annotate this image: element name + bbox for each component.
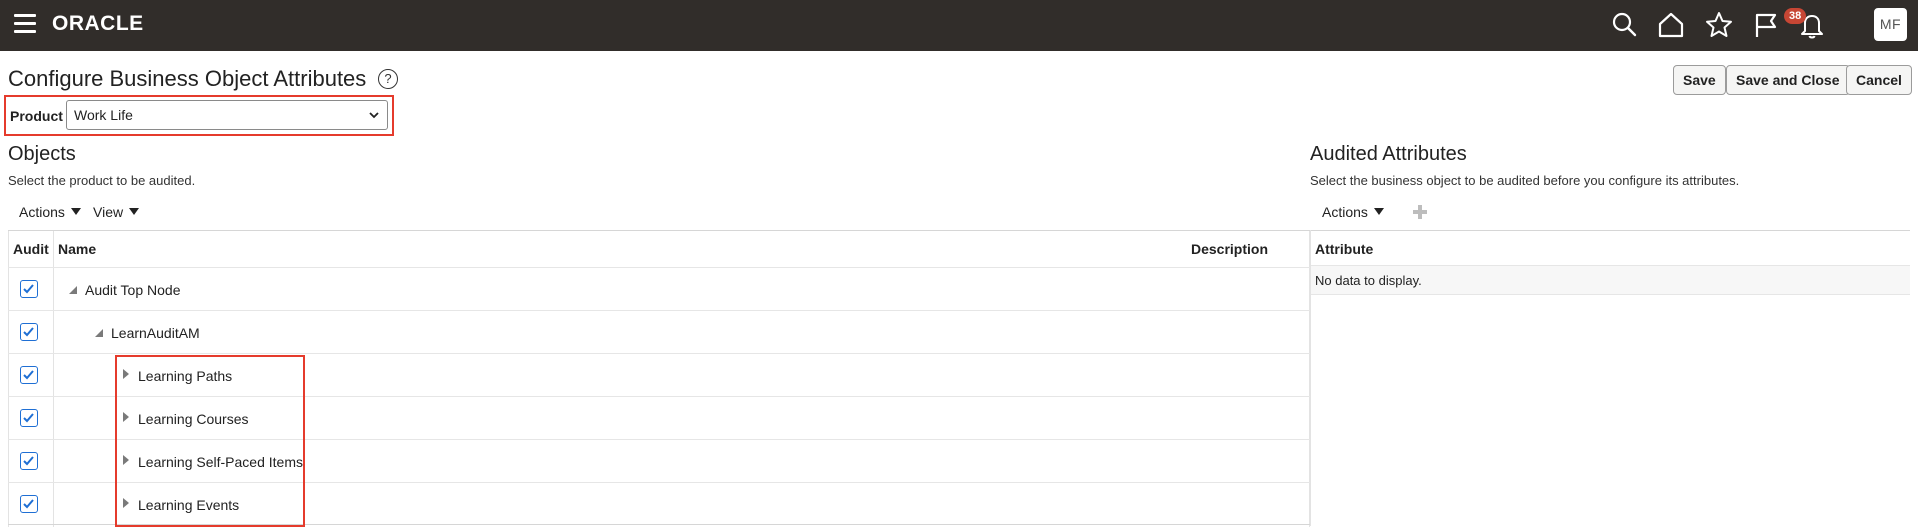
panel-divider [1310, 230, 1311, 526]
cancel-button[interactable]: Cancel [1846, 65, 1912, 95]
home-icon[interactable] [1656, 10, 1686, 40]
audit-checkbox[interactable] [20, 452, 38, 470]
actions-label: Actions [19, 204, 65, 220]
page-title: Configure Business Object Attributes [8, 66, 367, 91]
top-bar: ORACLE 38 MF [0, 0, 1918, 51]
caret-down-icon [129, 208, 140, 215]
product-label: Product [10, 108, 63, 124]
audit-checkbox[interactable] [20, 323, 38, 341]
audit-checkbox[interactable] [20, 495, 38, 513]
caret-down-icon [1373, 208, 1384, 215]
actions-label: Actions [1322, 204, 1368, 220]
view-label: View [93, 204, 124, 220]
attributes-table: Attribute [1310, 230, 1910, 265]
collapse-icon[interactable] [69, 286, 77, 294]
table-row[interactable]: Audit Top Node [8, 267, 1310, 310]
objects-description: Select the product to be audited. [8, 173, 196, 188]
column-header-name[interactable]: Name [53, 231, 96, 267]
objects-title: Objects [8, 143, 76, 165]
caret-down-icon [70, 208, 81, 215]
star-icon[interactable] [1704, 10, 1734, 40]
empty-row: No data to display. [1310, 265, 1910, 295]
notification-badge: 38 [1784, 8, 1807, 24]
save-and-close-button[interactable]: Save and Close [1726, 65, 1850, 95]
column-header-attribute[interactable]: Attribute [1310, 231, 1373, 267]
audited-attributes-title: Audited Attributes [1310, 143, 1467, 165]
collapse-icon[interactable] [95, 329, 103, 337]
audit-checkbox[interactable] [20, 409, 38, 427]
avatar[interactable]: MF [1874, 8, 1907, 41]
learning-items-highlight [115, 355, 305, 527]
save-button[interactable]: Save [1673, 65, 1726, 95]
objects-view-menu[interactable]: View [93, 204, 140, 220]
column-header-description[interactable]: Description [1186, 231, 1268, 267]
audited-attributes-description: Select the business object to be audited… [1310, 173, 1740, 188]
product-selected-value: Work Life [74, 107, 133, 123]
menu-icon[interactable] [14, 14, 36, 34]
product-highlight: Product Work Life [4, 95, 394, 136]
table-row[interactable]: LearnAuditAM [8, 310, 1310, 353]
product-select[interactable]: Work Life [66, 100, 388, 130]
empty-message: No data to display. [1315, 273, 1422, 288]
audit-checkbox[interactable] [20, 366, 38, 384]
tree-node-label[interactable]: Audit Top Node [85, 282, 180, 298]
oracle-logo[interactable]: ORACLE [52, 12, 144, 36]
column-header-audit[interactable]: Audit [8, 231, 49, 267]
attributes-actions-menu[interactable]: Actions [1322, 204, 1384, 220]
search-icon[interactable] [1609, 10, 1639, 40]
tree-node-label[interactable]: LearnAuditAM [111, 325, 200, 341]
audit-checkbox[interactable] [20, 280, 38, 298]
objects-actions-menu[interactable]: Actions [19, 204, 81, 220]
help-icon[interactable]: ? [378, 69, 398, 89]
chevron-down-icon [369, 112, 379, 119]
flag-icon[interactable] [1751, 10, 1781, 40]
add-icon[interactable] [1412, 204, 1428, 220]
